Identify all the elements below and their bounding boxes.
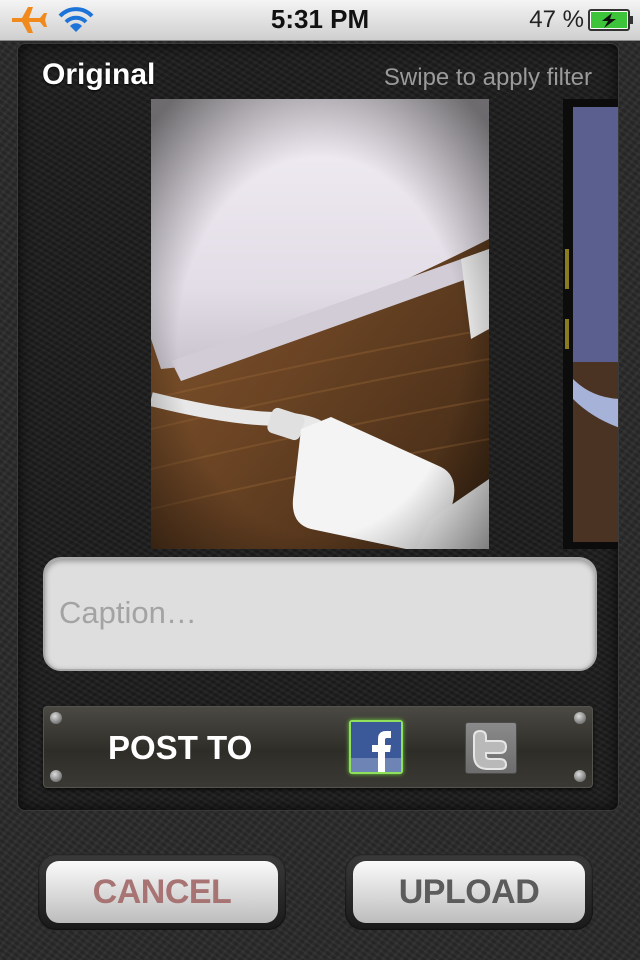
upload-button[interactable]: UPLOAD (345, 854, 593, 930)
battery-percent: 47 % (529, 6, 584, 33)
screw-icon (50, 770, 62, 782)
post-to-label: POST TO (108, 729, 253, 766)
caption-input[interactable] (57, 587, 581, 639)
twitter-toggle[interactable] (465, 722, 517, 774)
status-bar: 5:31 PM 47 % (0, 0, 640, 41)
post-to-bar: POST TO (43, 706, 593, 788)
battery-charging-icon (588, 9, 633, 31)
next-filter-image (563, 99, 618, 549)
filter-name: Original (42, 58, 156, 91)
photo-preview[interactable] (151, 99, 489, 549)
upload-button-label: UPLOAD (353, 861, 585, 923)
caption-box[interactable] (43, 557, 597, 671)
cancel-button-label: CANCEL (46, 861, 278, 923)
screw-icon (50, 712, 62, 724)
filter-panel: Original Swipe to apply filter Caption… … (17, 43, 619, 811)
twitter-icon (473, 729, 508, 770)
facebook-toggle[interactable] (349, 720, 403, 774)
next-filter-preview[interactable] (563, 99, 618, 549)
screw-icon (574, 770, 586, 782)
photo-image (151, 99, 489, 549)
screw-icon (574, 712, 586, 724)
facebook-icon (351, 722, 401, 772)
swipe-hint: Swipe to apply filter (383, 64, 592, 91)
cancel-button[interactable]: CANCEL (38, 854, 286, 930)
